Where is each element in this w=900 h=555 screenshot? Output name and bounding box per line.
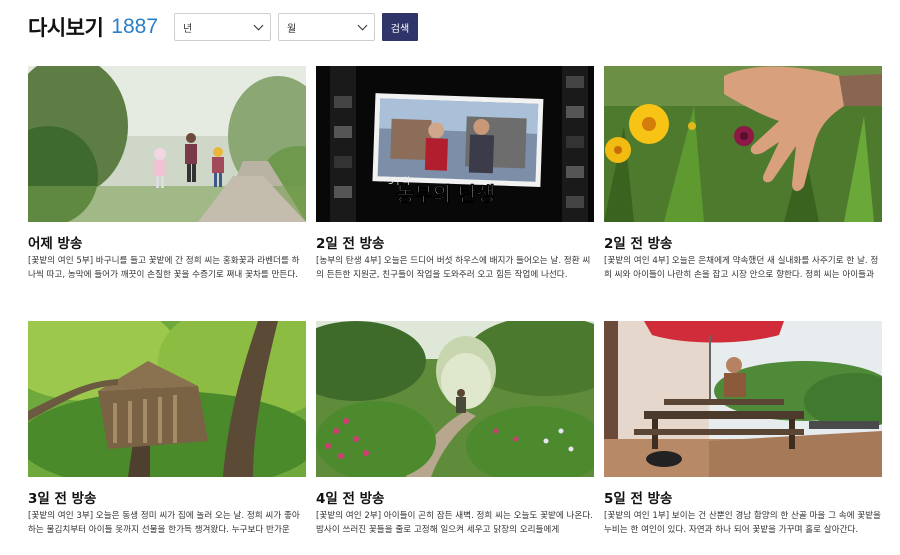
thumbnail-image [316,321,594,477]
card-description: [꽃밭의 여인 1부] 보이는 건 산뿐인 경남 함양의 한 산골 마을 그 속… [604,511,881,535]
episode-thumbnail[interactable] [28,321,306,477]
thumbnail-image: 5부작 농부의 탄생 [316,66,594,222]
card-title[interactable]: 2일 전 방송 [316,232,384,252]
card-title[interactable]: 5일 전 방송 [604,487,672,507]
episode-card[interactable]: 2일 전 방송 [꽃밭의 여인 4부] 오늘은 은채에게 약속했던 새 실내화를… [604,66,882,280]
total-count: 1887 [111,15,158,38]
year-select-value: 년 [183,23,193,35]
thumbnail-title-text: 농부의 탄생 [396,182,495,206]
card-description: [농부의 탄생 4부] 오늘은 드디어 버섯 하우스에 배지가 들어오는 날. … [316,256,591,280]
card-description: [꽃밭의 여인 5부] 바구니를 들고 꽃밭에 간 정희 씨는 홍화꽃과 라벤더… [28,256,300,280]
thumbnail-image [604,321,882,477]
chevron-down-icon [253,20,264,30]
month-select[interactable]: 월 [278,13,375,41]
thumbnail-image [28,321,306,477]
episode-card[interactable]: 5부작 농부의 탄생 2일 전 방송 [농부의 탄생 4부] 오늘은 드디어 버… [316,66,594,280]
episode-card[interactable]: 5일 전 방송 [꽃밭의 여인 1부] 보이는 건 산뿐인 경남 함양의 한 산… [604,321,882,535]
card-description: [꽃밭의 여인 2부] 아이들이 곤히 잠든 새벽. 정희 씨는 오늘도 꽃밭에… [316,511,593,535]
episode-thumbnail[interactable] [604,321,882,477]
chevron-down-icon [357,20,368,30]
thumbnail-image [604,66,882,222]
month-select-value: 월 [287,23,297,35]
card-title[interactable]: 4일 전 방송 [316,487,384,507]
card-title[interactable]: 어제 방송 [28,232,82,252]
episode-thumbnail[interactable] [28,66,306,222]
page-title: 다시보기 [28,16,104,40]
episode-card[interactable]: 4일 전 방송 [꽃밭의 여인 2부] 아이들이 곤히 잠든 새벽. 정희 씨는… [316,321,594,535]
year-select[interactable]: 년 [174,13,271,41]
card-title[interactable]: 2일 전 방송 [604,232,672,252]
search-button[interactable]: 검색 [382,13,418,41]
episode-thumbnail[interactable] [604,66,882,222]
episode-card[interactable]: 어제 방송 [꽃밭의 여인 5부] 바구니를 들고 꽃밭에 간 정희 씨는 홍화… [28,66,306,280]
page-header: 다시보기 1887 [28,12,158,42]
episode-card[interactable]: 3일 전 방송 [꽃밭의 여인 3부] 오늘은 동생 정미 씨가 집에 놀러 오… [28,321,306,535]
episode-thumbnail[interactable] [316,321,594,477]
thumbnail-image [28,66,306,222]
card-description: [꽃밭의 여인 3부] 오늘은 동생 정미 씨가 집에 놀러 오는 날. 정희 … [28,511,300,535]
card-title[interactable]: 3일 전 방송 [28,487,96,507]
card-description: [꽃밭의 여인 4부] 오늘은 은채에게 약속했던 새 실내화를 사주기로 한 … [604,256,879,280]
episode-thumbnail[interactable]: 5부작 농부의 탄생 [316,66,594,222]
